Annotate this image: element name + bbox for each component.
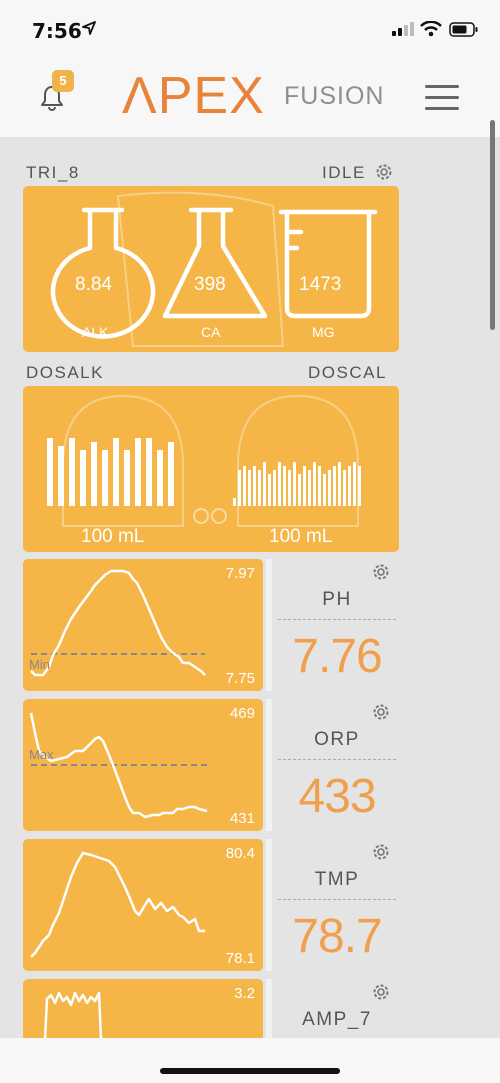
trident-state: IDLE xyxy=(322,163,366,182)
tmp-value: 78.7 xyxy=(292,910,382,963)
alk-label: ALK xyxy=(82,324,109,340)
gear-icon[interactable] xyxy=(374,162,394,182)
ph-max: 7.97 xyxy=(225,565,255,582)
doscal-bar xyxy=(308,470,311,506)
doscal-bar xyxy=(338,462,341,506)
gear-icon[interactable] xyxy=(371,702,391,722)
app-header: 5 ΛPEX FUSION xyxy=(0,58,500,138)
tmp-name: TMP xyxy=(314,869,360,890)
doscal-bar xyxy=(248,470,251,506)
cellular-signal-icon xyxy=(392,22,414,36)
doscal-bar xyxy=(283,466,286,506)
ph-chart-card[interactable]: Min 7.97 7.75 xyxy=(23,559,263,691)
hamburger-menu-icon[interactable] xyxy=(425,84,459,112)
bottom-safe-area xyxy=(0,1038,500,1083)
doscal-bar xyxy=(243,466,246,506)
trident-name: TRI_8 xyxy=(26,163,80,182)
dosalk-bar xyxy=(157,450,163,506)
orp-trend-line xyxy=(29,712,208,819)
doscal-bar xyxy=(233,498,236,506)
status-bar: 7:56 xyxy=(0,0,500,58)
dosalk-volume: 100 mL xyxy=(81,526,145,547)
fusion-logo-text: FUSION xyxy=(284,82,385,110)
dosalk-bar xyxy=(102,450,108,506)
orp-name: ORP xyxy=(314,729,360,750)
dosing-card[interactable]: 100 mL 100 mL xyxy=(23,386,399,552)
doscal-bar xyxy=(278,462,281,506)
dosing-history-graphic xyxy=(47,394,361,527)
row-divider xyxy=(266,699,272,831)
doscal-bar xyxy=(238,470,241,506)
dosalk-bar xyxy=(113,438,119,506)
status-time: 7:56 xyxy=(32,19,82,43)
doscal-bar xyxy=(253,466,256,506)
dosalk-bar xyxy=(80,450,86,506)
home-indicator[interactable] xyxy=(160,1068,340,1074)
ca-label: CA xyxy=(201,324,221,340)
location-arrow-icon xyxy=(82,21,96,35)
ph-value: 7.76 xyxy=(292,630,382,683)
doscal-bar xyxy=(328,470,331,506)
doscal-bar xyxy=(303,466,306,506)
trident-card[interactable]: 8.84 ALK 398 CA 1473 MG xyxy=(23,186,399,352)
separator xyxy=(278,619,396,620)
ph-min: 7.75 xyxy=(225,670,255,687)
scrollbar-thumb[interactable] xyxy=(490,120,495,330)
doscal-bar xyxy=(288,470,291,506)
amp7-max: 3.2 xyxy=(234,985,255,1002)
doscal-bar xyxy=(313,462,316,506)
dosalk-bar xyxy=(47,438,53,506)
battery-icon xyxy=(449,22,478,37)
gear-icon[interactable] xyxy=(371,562,391,582)
separator xyxy=(278,899,396,900)
doscal-bar xyxy=(343,470,346,506)
mg-value: 1473 xyxy=(299,274,342,295)
alk-value: 8.84 xyxy=(75,274,112,295)
orp-min: 431 xyxy=(229,810,255,827)
doscal-bar xyxy=(298,474,301,506)
dosalk-bar xyxy=(135,438,141,506)
row-divider xyxy=(266,839,272,971)
doscal-bar xyxy=(263,462,266,506)
doscal-bar xyxy=(293,462,296,506)
orp-chart-card[interactable]: Max 469 431 xyxy=(23,699,263,831)
doscal-bar xyxy=(268,474,271,506)
dosalk-bar xyxy=(168,442,174,506)
apex-logo: ΛPEX xyxy=(122,67,265,125)
dosalk-name: DOSALK xyxy=(26,363,104,382)
gear-icon[interactable] xyxy=(371,982,391,1002)
row-divider xyxy=(266,559,272,691)
doscal-volume: 100 mL xyxy=(269,526,333,547)
tmp-chart-card[interactable]: 80.4 78.1 xyxy=(23,839,263,971)
doscal-bar xyxy=(333,466,336,506)
notification-badge[interactable]: 5 xyxy=(52,70,74,92)
orp-value: 433 xyxy=(298,770,376,823)
doscal-bar xyxy=(273,470,276,506)
dosalk-bar xyxy=(146,438,152,506)
amp7-name: AMP_7 xyxy=(302,1009,372,1030)
orp-threshold-label: Max xyxy=(29,747,54,762)
ph-threshold-label: Min xyxy=(29,657,50,672)
doscal-bar xyxy=(358,466,361,506)
row-divider xyxy=(266,979,272,1039)
orp-max: 469 xyxy=(229,705,255,722)
doscal-bar xyxy=(323,474,326,506)
doscal-name: DOSCAL xyxy=(308,363,387,382)
ca-value: 398 xyxy=(194,274,226,295)
tmp-max: 80.4 xyxy=(225,845,255,862)
tmp-min: 78.1 xyxy=(225,950,255,967)
dosalk-bar xyxy=(124,450,130,506)
gear-icon[interactable] xyxy=(371,842,391,862)
mg-label: MG xyxy=(312,324,335,340)
doscal-bar xyxy=(318,466,321,506)
dosalk-bar xyxy=(69,438,75,506)
dosalk-bar xyxy=(58,446,64,506)
doscal-bar xyxy=(348,466,351,506)
ph-name: PH xyxy=(322,589,352,610)
separator xyxy=(278,759,396,760)
doscal-bar xyxy=(353,462,356,506)
wifi-icon xyxy=(420,21,442,37)
doscal-bar xyxy=(258,470,261,506)
dosalk-bar xyxy=(91,442,97,506)
